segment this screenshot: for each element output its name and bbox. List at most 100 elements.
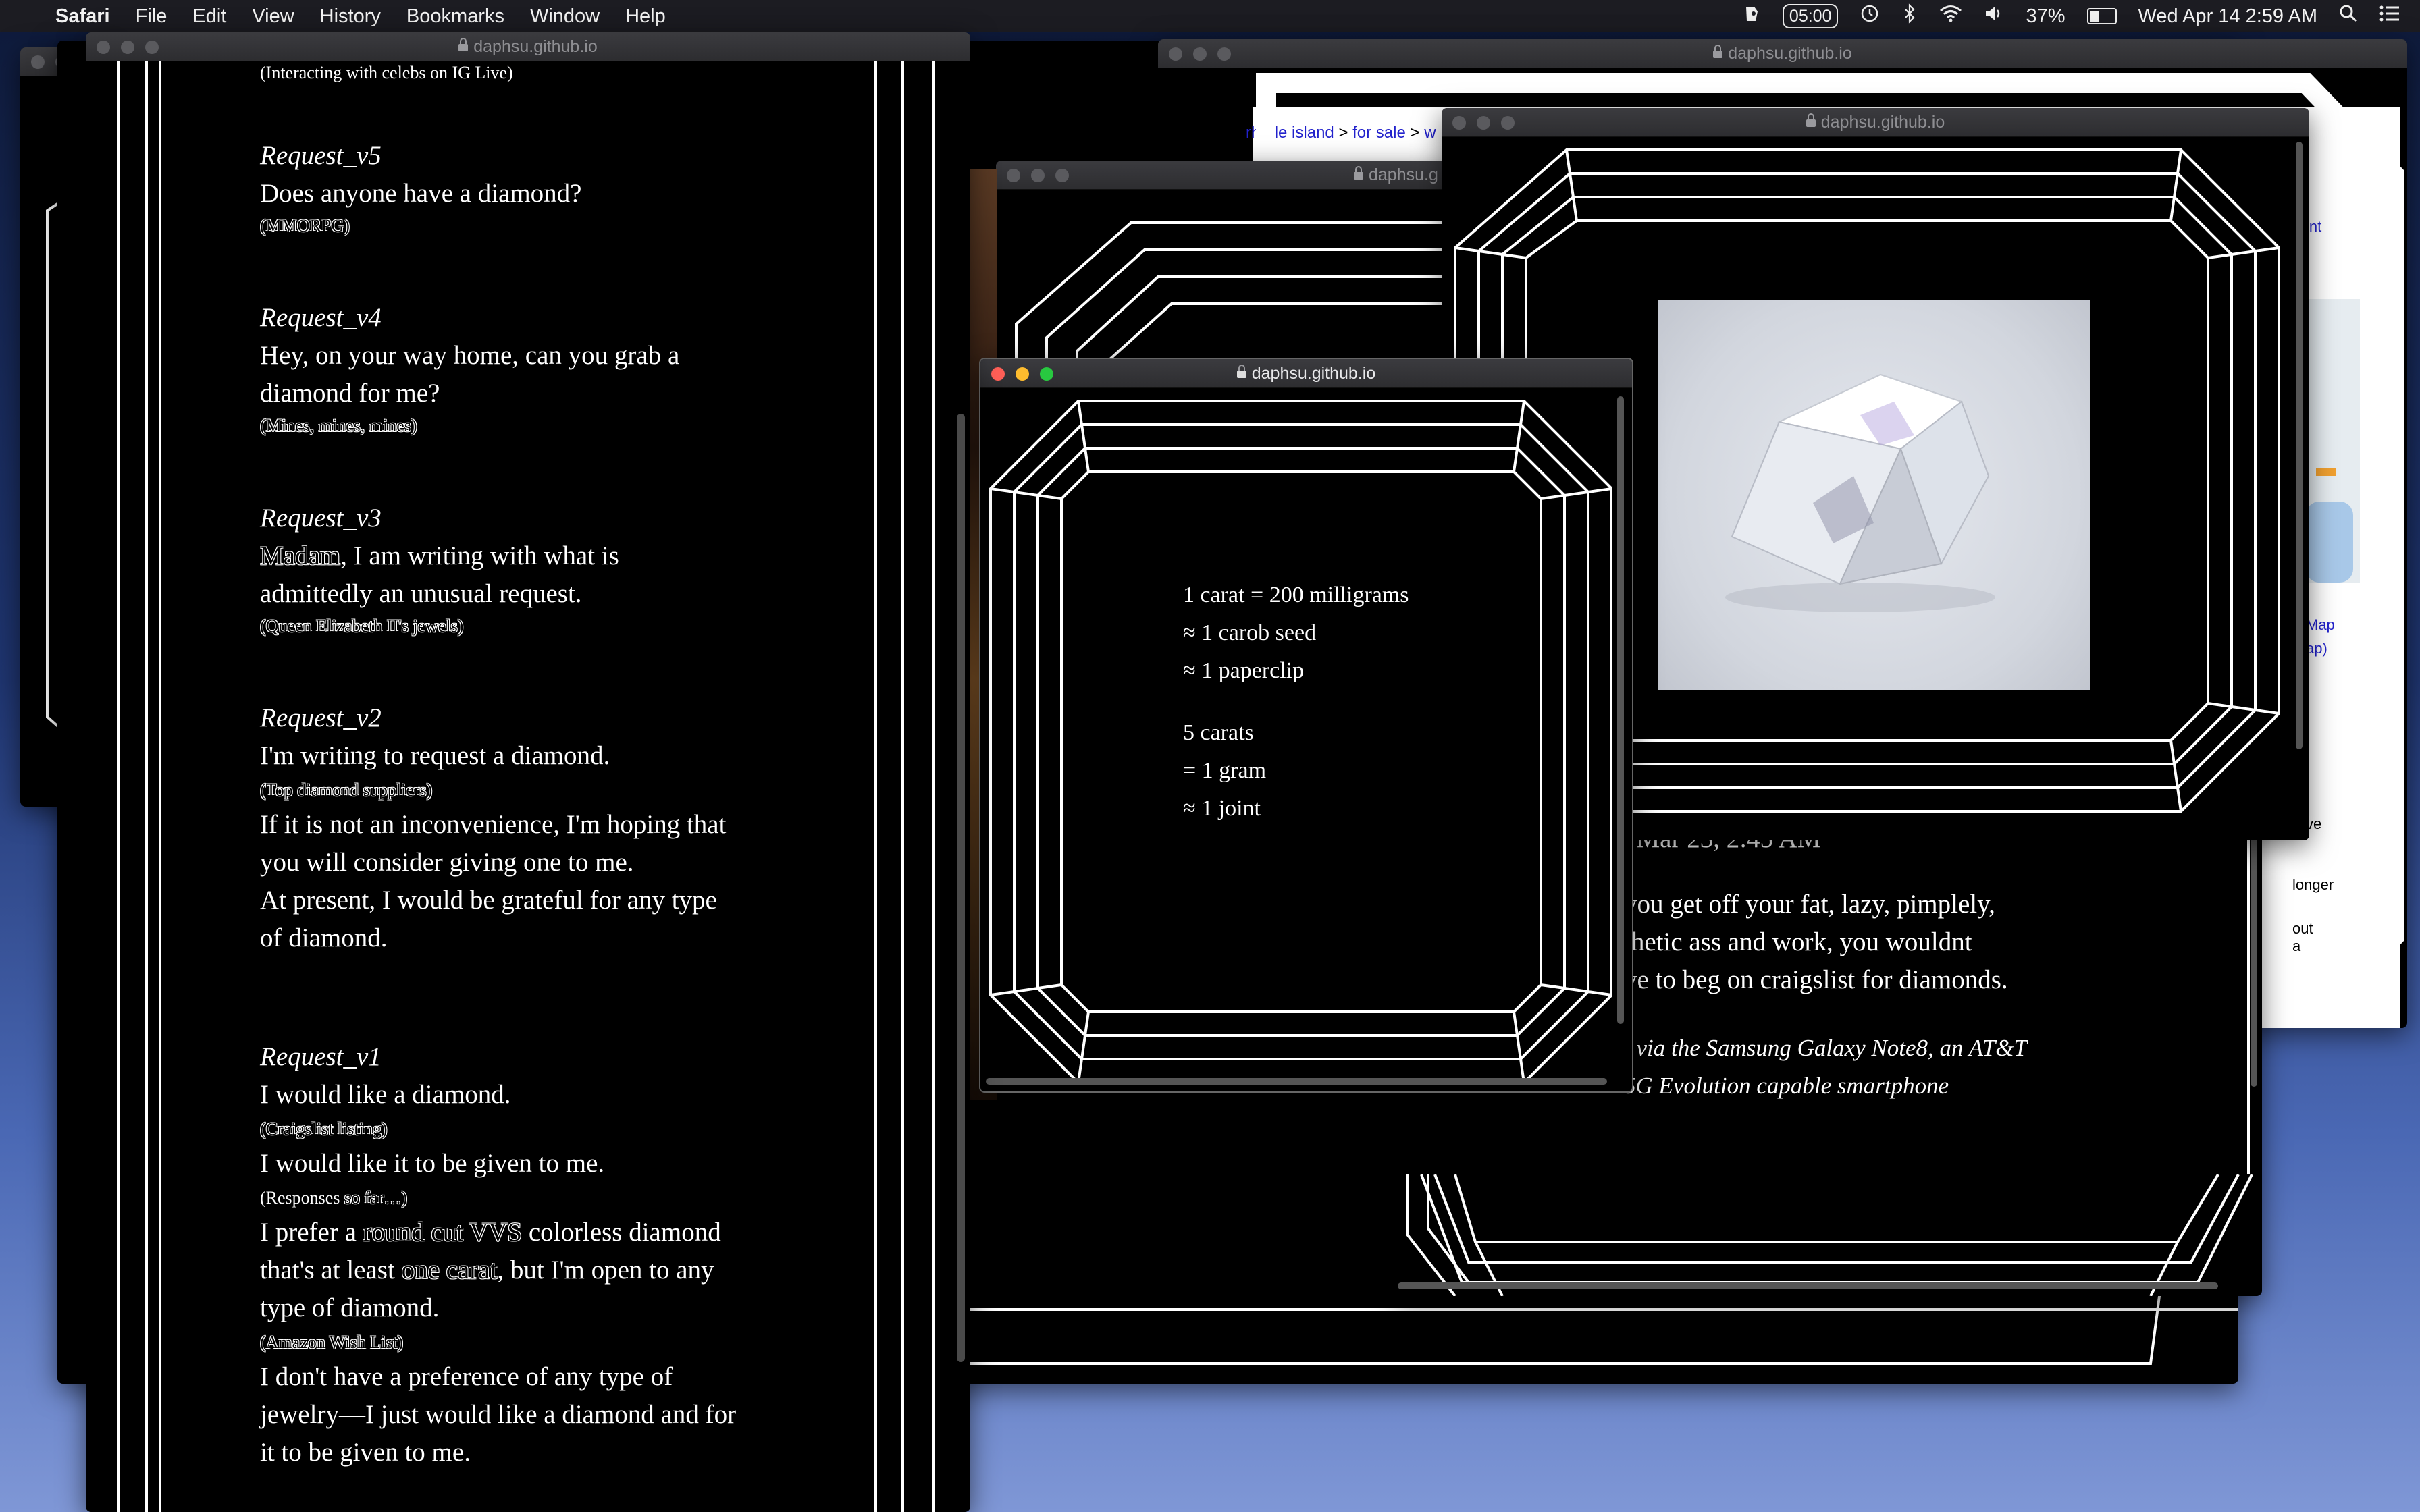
vertical-scrollbar[interactable]: [2296, 142, 2303, 749]
request-line: Hey, on your way home, can you grab a: [260, 341, 680, 370]
menu-file[interactable]: File: [136, 5, 167, 28]
source-link[interactable]: (Amazon Wish List): [260, 1327, 787, 1358]
minimize-button[interactable]: [1016, 367, 1029, 381]
zoom-button[interactable]: [145, 40, 159, 54]
evernote-icon[interactable]: [1741, 3, 1761, 29]
browser-window-requests[interactable]: daphsu.github.io (Interacting with celeb…: [86, 32, 970, 1512]
title-bar[interactable]: daphsu.github.io: [980, 359, 1632, 388]
close-button[interactable]: [1007, 169, 1020, 182]
request-line: of diamond.: [260, 923, 388, 952]
request-heading: Request_v1: [260, 1042, 382, 1071]
request-line: I would like it to be given to me.: [260, 1149, 605, 1178]
responses-label: (Responses: [260, 1188, 340, 1208]
menu-bar: Safari File Edit View History Bookmarks …: [0, 0, 2420, 32]
request-line: I'm writing to request a diamond.: [260, 741, 610, 770]
request-v5: Request_v5 Does anyone have a diamond? (…: [260, 137, 787, 240]
lock-icon: [1236, 364, 1246, 378]
spotlight-search-icon[interactable]: [2339, 4, 2358, 28]
url-label[interactable]: daphsu.g: [1369, 165, 1438, 184]
request-heading: Request_v5: [260, 141, 382, 170]
clock[interactable]: Wed Apr 14 2:59 AM: [2138, 5, 2317, 28]
menu-view[interactable]: View: [252, 5, 294, 28]
horizontal-scrollbar[interactable]: [1398, 1282, 2218, 1289]
zoom-button[interactable]: [1055, 169, 1069, 182]
source-link[interactable]: (Queen Elizabeth II's jewels): [260, 613, 787, 640]
url-label[interactable]: daphsu.github.io: [473, 37, 597, 56]
menu-edit[interactable]: Edit: [192, 5, 226, 28]
request-heading: Request_v3: [260, 504, 382, 533]
border-stripe: [117, 61, 120, 1512]
post-line: ve to beg on craigslist for diamonds.: [1624, 965, 2008, 994]
minimize-button[interactable]: [121, 40, 134, 54]
request-line: you will consider giving one to me.: [260, 848, 634, 877]
timer-badge[interactable]: 05:00: [1782, 4, 1839, 28]
border-stripe: [874, 61, 877, 1512]
request-line: , but I'm open to any: [497, 1256, 714, 1285]
minimize-button[interactable]: [1477, 116, 1490, 130]
minimize-button[interactable]: [1031, 169, 1045, 182]
url-label[interactable]: daphsu.github.io: [1252, 364, 1375, 383]
vertical-scrollbar[interactable]: [957, 414, 965, 1362]
request-v3: Request_v3 Madam, I am writing with what…: [260, 500, 787, 640]
top-caption: (Interacting with celebs on IG Live): [260, 63, 513, 82]
close-button[interactable]: [97, 40, 110, 54]
border-stripe: [159, 61, 161, 1512]
menu-app-name[interactable]: Safari: [55, 5, 110, 28]
menu-history[interactable]: History: [320, 5, 381, 28]
lock-icon: [458, 38, 469, 51]
source-link[interactable]: (Craigslist listing): [260, 1114, 787, 1145]
title-bar[interactable]: daphsu.g: [996, 161, 1455, 190]
border-stripe: [932, 61, 935, 1512]
border-stripe: [145, 61, 148, 1512]
close-button[interactable]: [991, 367, 1005, 381]
url-label[interactable]: daphsu.github.io: [1821, 113, 1945, 132]
menu-help[interactable]: Help: [625, 5, 666, 28]
horizontal-scrollbar[interactable]: [986, 1078, 1607, 1085]
battery-percent[interactable]: 37%: [2026, 5, 2065, 28]
close-button[interactable]: [31, 55, 45, 69]
battery-icon[interactable]: [2086, 8, 2117, 24]
source-link[interactable]: so far…): [340, 1188, 407, 1208]
request-line: that's at least: [260, 1256, 402, 1285]
diamond-gem-icon: [1725, 373, 1995, 612]
request-v2: Request_v2 I'm writing to request a diam…: [260, 699, 787, 957]
request-heading: Request_v2: [260, 703, 382, 732]
time-machine-icon[interactable]: [1860, 3, 1880, 29]
outlined-word-link[interactable]: Madam: [260, 541, 340, 570]
request-heading: Request_v4: [260, 303, 382, 332]
request-line: it to be given to me.: [260, 1438, 471, 1467]
menu-bookmarks[interactable]: Bookmarks: [406, 5, 504, 28]
source-link[interactable]: (MMORPG): [260, 213, 787, 240]
post-line: you get off your fat, lazy, pimplely,: [1624, 890, 1995, 919]
browser-window-carat-facts[interactable]: daphsu.github.io 1 carat = 200 milligram…: [979, 358, 1633, 1093]
request-line: admittedly an unusual request.: [260, 579, 582, 608]
status-area: 05:00 37% Wed Apr 14 2:59 AM: [1741, 0, 2400, 32]
request-line: , I am writing with what is: [340, 541, 619, 570]
zoom-button[interactable]: [1040, 367, 1053, 381]
outlined-word-link[interactable]: round cut VVS: [363, 1218, 522, 1247]
request-line: Does anyone have a diamond?: [260, 179, 582, 208]
post-body: you get off your fat, lazy, pimplely, th…: [1624, 886, 2008, 999]
request-v4: Request_v4 Hey, on your way home, can yo…: [260, 299, 787, 439]
request-line: If it is not an inconvenience, I'm hopin…: [260, 810, 727, 839]
post-line: thetic ass and work, you wouldnt: [1624, 927, 1972, 956]
bluetooth-icon[interactable]: [1901, 3, 1918, 29]
diamond-photo: [1658, 300, 2090, 690]
notification-center-icon[interactable]: [2379, 5, 2400, 28]
menu-window[interactable]: Window: [530, 5, 600, 28]
fact-line: 5 carats: [1183, 720, 1254, 745]
fact-line: ≈ 1 paperclip: [1183, 658, 1305, 683]
source-link[interactable]: (Top diamond suppliers): [260, 775, 787, 806]
outlined-word-link[interactable]: one carat: [402, 1256, 498, 1285]
vertical-scrollbar[interactable]: [2251, 803, 2257, 1087]
signature-line: 5G Evolution capable smartphone: [1624, 1073, 1949, 1099]
vertical-scrollbar[interactable]: [1617, 396, 1624, 1024]
source-link[interactable]: (Mines, mines, mines): [260, 412, 787, 439]
title-bar[interactable]: daphsu.github.io: [1442, 108, 2309, 137]
close-button[interactable]: [1452, 116, 1466, 130]
border-stripe: [901, 61, 904, 1512]
lock-icon: [1354, 166, 1363, 180]
zoom-button[interactable]: [1501, 116, 1515, 130]
wifi-icon[interactable]: [1939, 5, 1962, 28]
volume-icon[interactable]: [1984, 5, 2004, 28]
